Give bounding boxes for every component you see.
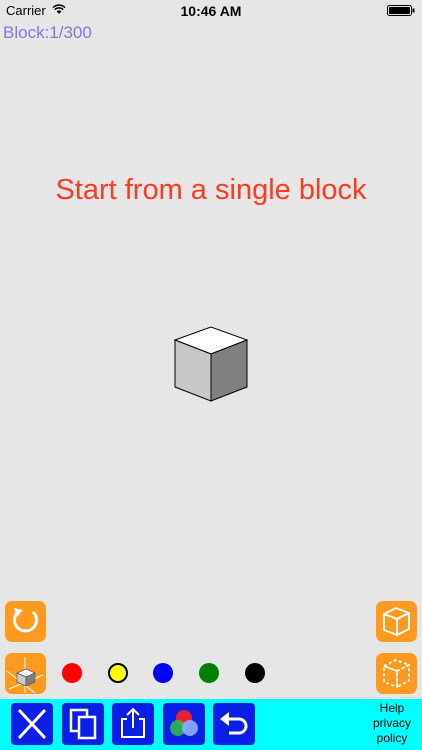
color-blue[interactable]	[153, 663, 173, 683]
bottom-toolbar: Help privacy policy	[0, 699, 422, 750]
copy-icon	[69, 708, 97, 740]
color-black[interactable]	[245, 663, 265, 683]
share-button[interactable]	[112, 703, 154, 745]
wireframe-view-button[interactable]	[376, 653, 417, 694]
status-bar: Carrier 10:46 AM	[0, 0, 422, 22]
rotate-button[interactable]	[5, 601, 46, 642]
privacy-link-line2[interactable]: policy	[362, 731, 422, 746]
color-mix-button[interactable]	[163, 703, 205, 745]
color-green[interactable]	[199, 663, 219, 683]
color-yellow-selected[interactable]	[108, 663, 128, 683]
cube-view-button[interactable]	[376, 601, 417, 642]
delete-button[interactable]	[11, 703, 53, 745]
color-red[interactable]	[62, 663, 82, 683]
single-block[interactable]	[170, 325, 252, 403]
instruction-headline: Start from a single block	[55, 174, 367, 206]
x-icon	[17, 708, 47, 740]
help-link[interactable]: Help	[362, 701, 422, 716]
undo-button[interactable]	[213, 703, 255, 745]
dashed-cube-icon	[381, 659, 412, 689]
clock: 10:46 AM	[180, 3, 242, 19]
axes-view-button[interactable]	[5, 653, 46, 694]
share-icon	[121, 707, 145, 738]
axes-cube-icon	[6, 657, 44, 694]
privacy-link-line1[interactable]: privacy	[362, 716, 422, 731]
battery-icon	[387, 5, 415, 16]
copy-button[interactable]	[62, 703, 104, 745]
undo-icon	[220, 712, 248, 735]
cube-icon	[383, 607, 410, 636]
rotate-icon	[13, 608, 38, 633]
help-links: Help privacy policy	[362, 701, 422, 746]
block-counter: Block:1/300	[3, 23, 92, 42]
color-mix-icon	[170, 710, 198, 736]
